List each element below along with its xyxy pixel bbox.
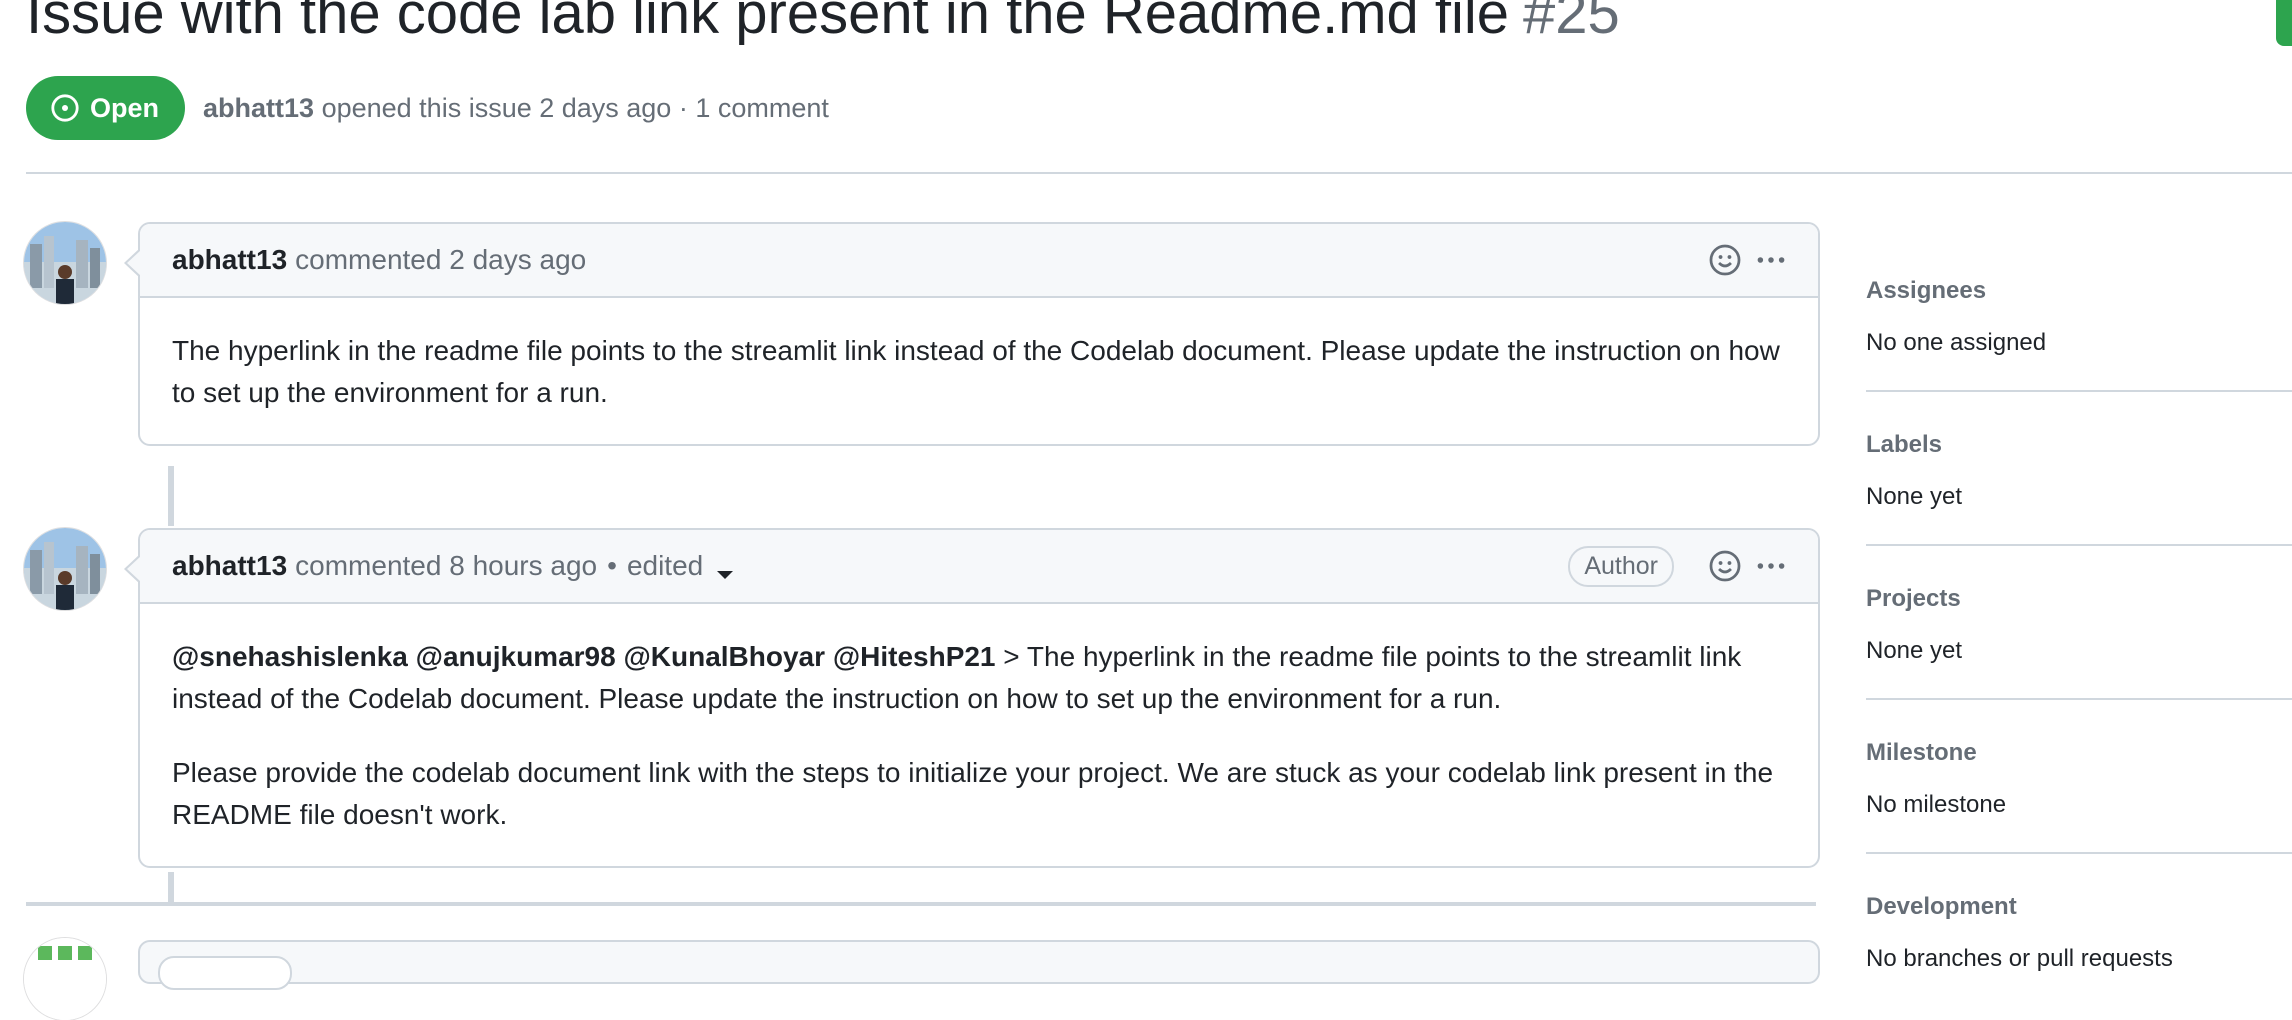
- comment-text: The hyperlink in the readme file points …: [172, 335, 1780, 408]
- header-divider: [26, 172, 2292, 174]
- sidebar-divider: [1866, 390, 2292, 392]
- comment-header: abhatt13 commented 2 days ago: [140, 224, 1818, 298]
- comment-author[interactable]: abhatt13: [172, 244, 287, 276]
- sidebar-heading[interactable]: Development: [1866, 892, 2173, 922]
- user-mention[interactable]: @KunalBhoyar: [623, 641, 825, 672]
- sidebar-value: None yet: [1866, 637, 1963, 664]
- issue-title: Issue with the code lab link present in …: [26, 0, 1620, 50]
- sidebar-value: No one assigned: [1866, 329, 2047, 356]
- sidebar-milestone[interactable]: Milestone No milestone: [1866, 738, 2006, 820]
- smiley-icon[interactable]: [1708, 243, 1742, 277]
- comment-timestamp[interactable]: commented 2 days ago: [295, 244, 586, 276]
- header-action-button[interactable]: [2276, 0, 2292, 46]
- sidebar-heading[interactable]: Projects: [1866, 584, 1962, 614]
- timeline-connector: [168, 466, 174, 526]
- comment-header: abhatt13 commented 8 hours ago • edited …: [140, 530, 1818, 604]
- avatar[interactable]: [24, 222, 106, 304]
- smiley-icon[interactable]: [1708, 549, 1742, 583]
- user-mention[interactable]: @HiteshP21: [833, 641, 996, 672]
- comment-timestamp[interactable]: commented 8 hours ago: [295, 550, 597, 582]
- comment-body: The hyperlink in the readme file points …: [140, 298, 1818, 444]
- issue-meta-text: abhatt13 opened this issue 2 days ago · …: [203, 93, 829, 124]
- comment-text: Please provide the codelab document link…: [172, 757, 1774, 830]
- comment: abhatt13 commented 2 days ago The hyperl…: [124, 222, 1820, 446]
- edited-label[interactable]: edited: [627, 550, 703, 581]
- avatar[interactable]: [24, 938, 106, 1020]
- sidebar-labels[interactable]: Labels None yet: [1866, 430, 1962, 512]
- sidebar-assignees[interactable]: Assignees No one assigned: [1866, 276, 2046, 358]
- timeline-connector: [168, 872, 174, 904]
- sidebar-heading[interactable]: Labels: [1866, 430, 1962, 460]
- issue-opened-icon: [50, 93, 80, 123]
- header-separator: •: [607, 550, 617, 581]
- comment-quote-paragraph: @snehashislenka @anujkumar98 @KunalBhoya…: [172, 636, 1786, 720]
- author-badge: Author: [1568, 545, 1674, 587]
- issue-number: #25: [1523, 0, 1620, 46]
- issue-author-link[interactable]: abhatt13: [203, 93, 314, 123]
- issue-title-text: Issue with the code lab link present in …: [26, 0, 1510, 46]
- sidebar-divider: [1866, 698, 2292, 700]
- kebab-horizontal-icon[interactable]: [1754, 243, 1788, 277]
- triangle-down-icon[interactable]: [717, 571, 734, 579]
- kebab-horizontal-icon[interactable]: [1754, 549, 1788, 583]
- comment-author[interactable]: abhatt13: [172, 550, 287, 582]
- state-badge: Open: [26, 76, 186, 140]
- comment: abhatt13 commented 8 hours ago • edited …: [124, 528, 1820, 868]
- badge: [158, 956, 292, 990]
- sidebar-projects[interactable]: Projects None yet: [1866, 584, 1962, 666]
- sidebar-value: No branches or pull requests: [1866, 945, 2173, 972]
- comment: [138, 940, 1820, 990]
- user-mention[interactable]: @snehashislenka: [172, 641, 408, 672]
- sidebar-divider: [1866, 852, 2292, 854]
- timeline-break: [26, 902, 1816, 906]
- state-label: Open: [90, 92, 160, 123]
- user-mention[interactable]: @anujkumar98: [416, 641, 616, 672]
- edited-dropdown[interactable]: edited: [627, 550, 734, 582]
- avatar[interactable]: [24, 528, 106, 610]
- sidebar-divider: [1866, 544, 2292, 546]
- sidebar-value: No milestone: [1866, 791, 2007, 818]
- issue-meta: Open abhatt13 opened this issue 2 days a…: [26, 76, 829, 140]
- comment-body: @snehashislenka @anujkumar98 @KunalBhoya…: [140, 604, 1818, 866]
- sidebar-heading[interactable]: Assignees: [1866, 276, 2046, 306]
- sidebar-heading[interactable]: Milestone: [1866, 738, 2006, 768]
- sidebar-value: None yet: [1866, 483, 1963, 510]
- issue-opened-text: opened this issue 2 days ago · 1 comment: [321, 92, 829, 123]
